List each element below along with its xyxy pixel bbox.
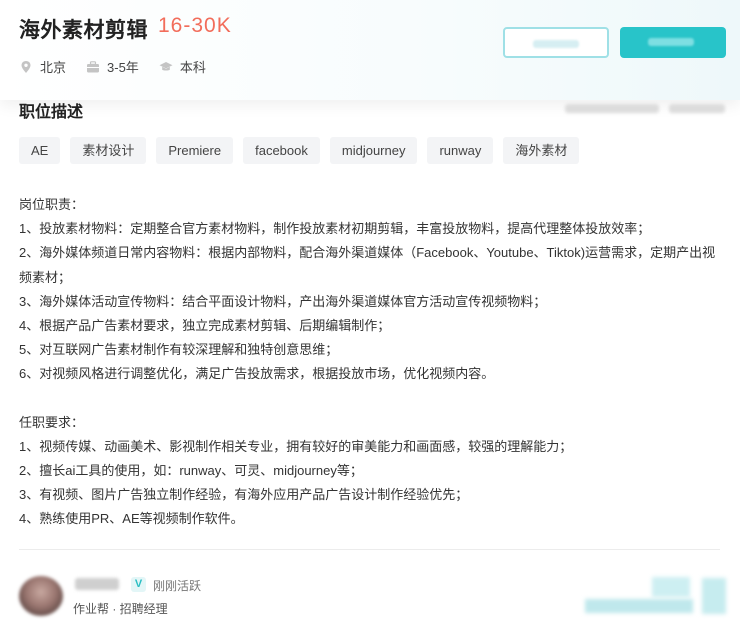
requirements-title: 任职要求： (19, 414, 85, 430)
briefcase-icon (87, 60, 100, 72)
job-description: 岗位职责： 1、投放素材物料：定期整合官方素材物料，制作投放素材初期剪辑，丰富投… (19, 193, 719, 532)
requirement-item: 2、擅长ai工具的使用，如：runway、可灵、midjourney等； (19, 463, 363, 479)
active-status: 刚刚活跃 (153, 579, 202, 593)
verified-badge-icon: V (131, 577, 146, 592)
skill-tag: midjourney (329, 137, 418, 164)
responsibility-item: 5、对互联网广告素材制作有较深理解和独特创意思维； (19, 342, 339, 358)
location-pin-icon (21, 60, 31, 73)
salary: 16-30K (158, 14, 232, 37)
responsibility-item: 1、投放素材物料：定期整合官方素材物料，制作投放素材初期剪辑，丰富投放物料，提高… (19, 221, 651, 237)
meta-experience: 3-5年 (86, 57, 139, 76)
location-text: 北京 (40, 60, 67, 75)
skill-tag: runway (427, 137, 494, 164)
skill-tag: 素材设计 (70, 137, 147, 164)
education-text: 本科 (179, 60, 206, 75)
job-meta: 北京 3-5年 本科 (19, 57, 226, 76)
responsibilities-title: 岗位职责： (19, 197, 85, 212)
divider (19, 549, 720, 550)
blurred-action-3 (702, 578, 726, 614)
skill-tag: AE (19, 137, 61, 164)
chat-button[interactable] (620, 27, 726, 58)
responsibility-item: 2、海外媒体频道日常内容物料：根据内部物料，配合海外渠道媒体（Facebook、… (19, 245, 716, 285)
requirement-item: 3、有视频、图片广告独立制作经验，有海外应用产品广告设计制作经验优先； (19, 487, 469, 503)
job-title: 海外素材剪辑 (19, 19, 148, 42)
skill-tag: facebook (243, 137, 320, 164)
recruiter-company: 作业帮 · 招聘经理 (73, 602, 168, 616)
section-title: 职位描述 (19, 104, 84, 121)
blurred-action (652, 577, 690, 597)
requirement-item: 4、熟练使用PR、AE等视频制作软件。 (19, 511, 244, 527)
blurred-action-2 (585, 599, 693, 613)
responsibility-item: 4、根据产品广告素材要求，独立完成素材剪辑、后期编辑制作； (19, 318, 391, 334)
skill-tag: 海外素材 (503, 137, 580, 164)
meta-location: 北京 (19, 57, 66, 76)
recruiter-name-blurred (75, 578, 119, 590)
experience-text: 3-5年 (107, 60, 139, 75)
interest-button[interactable] (503, 27, 609, 58)
blurred-info (565, 104, 659, 113)
recruiter-avatar[interactable] (19, 576, 63, 616)
graduation-cap-icon (159, 61, 173, 70)
meta-education: 本科 (159, 57, 206, 76)
skill-tags: AE 素材设计 Premiere facebook midjourney run… (19, 137, 589, 164)
responsibility-item: 6、对视频风格进行调整优化，满足广告投放需求，根据投放市场，优化视频内容。 (19, 366, 495, 382)
blurred-info-2 (669, 104, 725, 113)
job-header: 海外素材剪辑 16-30K 北京 3-5年 本科 (0, 0, 740, 100)
requirement-item: 1、视频传媒、动画美术、影视制作相关专业，拥有较好的审美能力和画面感，较强的理解… (19, 438, 573, 454)
responsibility-item: 3、海外媒体活动宣传物料：结合平面设计物料，产出海外渠道媒体官方活动宣传视频物料… (19, 293, 547, 309)
skill-tag: Premiere (156, 137, 234, 164)
